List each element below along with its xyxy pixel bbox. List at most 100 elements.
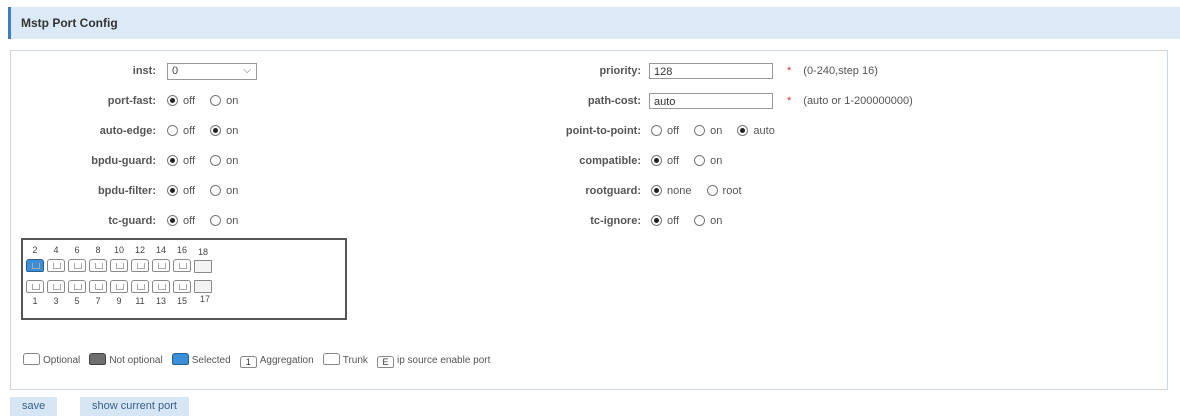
bpdu-filter-row: bpdu-filter: off on	[11, 182, 571, 200]
radio-unchecked-icon	[706, 185, 718, 196]
auto-edge-on-radio[interactable]: on	[210, 122, 238, 140]
bpdu-guard-off-radio[interactable]: off	[167, 152, 195, 170]
legend-optional: Optional	[23, 353, 80, 369]
radio-checked-icon	[167, 95, 178, 106]
legend-label: Selected	[191, 355, 231, 366]
port-number: 3	[53, 296, 59, 306]
radio-checked-icon	[651, 185, 662, 196]
port-7[interactable]	[89, 280, 107, 293]
port-2[interactable]	[26, 259, 44, 272]
radio-unchecked-icon	[210, 185, 222, 196]
port-12[interactable]	[131, 259, 149, 272]
legend-label: Not optional	[109, 355, 163, 366]
port-legend: Optional Not optional Selected 1 Aggregat…	[23, 352, 496, 368]
path-cost-hint: (auto or 1-200000000)	[803, 95, 913, 107]
radio-label: on	[710, 125, 723, 137]
radio-label: auto	[753, 125, 775, 137]
port-17[interactable]	[194, 280, 212, 293]
radio-checked-icon	[651, 155, 662, 166]
port-10[interactable]	[110, 259, 128, 272]
priority-input[interactable]: 128	[649, 63, 773, 80]
port-number: 1	[32, 296, 38, 306]
point-to-point-row: point-to-point: off on auto	[531, 122, 1151, 140]
bpdu-guard-on-radio[interactable]: on	[210, 152, 238, 170]
point-to-point-on-radio[interactable]: on	[694, 122, 722, 140]
radio-label: on	[226, 95, 239, 107]
rootguard-none-radio[interactable]: none	[651, 182, 691, 200]
radio-label: off	[183, 215, 196, 227]
point-to-point-auto-radio[interactable]: auto	[737, 122, 775, 140]
point-to-point-off-radio[interactable]: off	[651, 122, 679, 140]
bpdu-filter-off-radio[interactable]: off	[167, 182, 195, 200]
radio-checked-icon	[210, 125, 222, 136]
tc-ignore-row: tc-ignore: off on	[531, 212, 1151, 230]
bpdu-filter-label: bpdu-filter:	[97, 185, 156, 197]
compatible-off-radio[interactable]: off	[651, 152, 679, 170]
inst-label: inst:	[132, 65, 156, 77]
port-16[interactable]	[173, 259, 191, 272]
priority-row: priority: 128 * (0-240,step 16)	[531, 62, 1151, 80]
inst-row: inst: 0 ⌵	[11, 62, 571, 80]
tc-ignore-off-radio[interactable]: off	[651, 212, 679, 230]
port-panel: 2 4 6 8 10 12 14 16 18 1 3 5 7 9 11 13 1…	[21, 238, 347, 320]
bpdu-guard-row: bpdu-guard: off on	[11, 152, 571, 170]
port-number: 9	[116, 296, 122, 306]
port-fast-on-radio[interactable]: on	[210, 92, 238, 110]
tc-guard-on-radio[interactable]: on	[210, 212, 238, 230]
port-1[interactable]	[26, 280, 44, 293]
compatible-on-radio[interactable]: on	[694, 152, 722, 170]
port-ip-source-icon: E	[377, 356, 394, 368]
path-cost-input[interactable]: auto	[649, 93, 773, 110]
port-number: 16	[176, 245, 187, 255]
radio-unchecked-icon	[210, 95, 222, 106]
bpdu-filter-on-radio[interactable]: on	[210, 182, 238, 200]
port-number: 10	[113, 245, 124, 255]
port-fast-off-radio[interactable]: off	[167, 92, 195, 110]
port-18[interactable]	[194, 260, 212, 273]
show-current-port-button[interactable]: show current port	[80, 397, 189, 416]
radio-checked-icon	[737, 125, 749, 136]
auto-edge-off-radio[interactable]: off	[167, 122, 195, 140]
radio-unchecked-icon	[694, 125, 706, 136]
tc-guard-label: tc-guard:	[108, 215, 156, 227]
bpdu-guard-label: bpdu-guard:	[91, 155, 156, 167]
radio-label: off	[183, 155, 196, 167]
port-3[interactable]	[47, 280, 65, 293]
priority-label: priority:	[599, 65, 641, 77]
inst-select[interactable]: 0 ⌵	[167, 62, 257, 80]
port-5[interactable]	[68, 280, 86, 293]
port-11[interactable]	[131, 280, 149, 293]
port-optional-icon	[23, 353, 40, 365]
legend-not-optional: Not optional	[89, 353, 163, 369]
port-14[interactable]	[152, 259, 170, 272]
compatible-row: compatible: off on	[531, 152, 1151, 170]
port-9[interactable]	[110, 280, 128, 293]
radio-checked-icon	[167, 185, 178, 196]
port-number: 11	[135, 296, 145, 306]
radio-label: off	[183, 185, 196, 197]
radio-label: on	[226, 125, 239, 137]
port-8[interactable]	[89, 259, 107, 272]
radio-label: off	[183, 95, 196, 107]
legend-label: Trunk	[342, 355, 368, 366]
inst-select-value: 0	[172, 64, 179, 77]
port-13[interactable]	[152, 280, 170, 293]
required-marker: *	[787, 95, 792, 107]
port-aggregation-icon: 1	[239, 356, 257, 368]
save-button[interactable]: save	[10, 397, 58, 416]
tc-guard-off-radio[interactable]: off	[167, 212, 195, 230]
point-to-point-label: point-to-point:	[565, 125, 641, 137]
rootguard-root-radio[interactable]: root	[706, 182, 742, 200]
compatible-label: compatible:	[579, 155, 641, 167]
port-15[interactable]	[173, 280, 191, 293]
port-trunk-icon	[322, 353, 340, 365]
port-number: 8	[95, 245, 101, 255]
port-number: 14	[155, 245, 166, 255]
port-6[interactable]	[68, 259, 86, 272]
radio-label: none	[667, 185, 692, 197]
port-selected-icon	[171, 353, 189, 365]
radio-unchecked-icon	[210, 215, 222, 226]
port-4[interactable]	[47, 259, 65, 272]
auto-edge-label: auto-edge:	[99, 125, 156, 137]
tc-ignore-on-radio[interactable]: on	[694, 212, 722, 230]
